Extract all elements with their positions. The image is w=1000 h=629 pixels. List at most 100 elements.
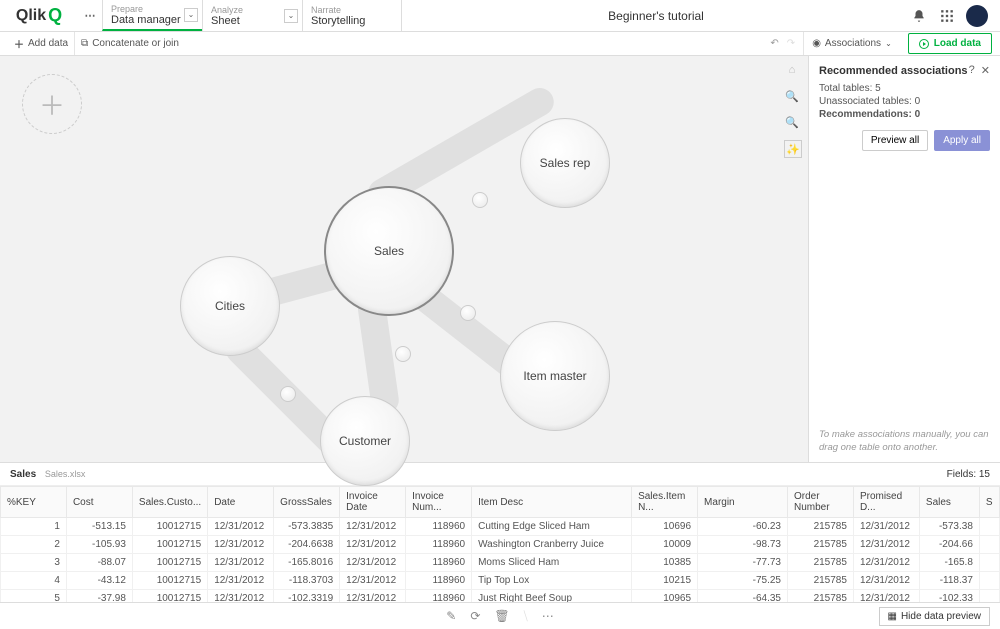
cell — [979, 536, 999, 554]
load-data-button[interactable]: Load data — [908, 33, 992, 54]
link-dot[interactable] — [472, 192, 488, 208]
column-header[interactable]: GrossSales — [274, 487, 340, 518]
apply-all-button[interactable]: Apply all — [934, 130, 990, 151]
cell: 12/31/2012 — [208, 590, 274, 603]
link-dot[interactable] — [280, 386, 296, 402]
cell: -102.33 — [919, 590, 979, 603]
column-header[interactable]: Promised D... — [853, 487, 919, 518]
user-avatar[interactable] — [966, 5, 988, 27]
panel-hint: To make associations manually, you can d… — [819, 429, 990, 454]
column-header[interactable]: Sales — [919, 487, 979, 518]
column-header[interactable]: Margin — [698, 487, 788, 518]
concatenate-button[interactable]: ⧉ Concatenate or join — [74, 32, 185, 55]
cell: 12/31/2012 — [208, 572, 274, 590]
clear-icon[interactable]: ⧹ — [524, 609, 528, 624]
add-table-circle[interactable]: ＋ — [22, 74, 82, 134]
add-data-button[interactable]: ＋ Add data — [8, 32, 74, 55]
bubble-label: Cities — [215, 299, 245, 313]
cell: Tip Top Lox — [472, 572, 632, 590]
more-menu[interactable]: ⋯ — [78, 0, 102, 31]
cell: 10009 — [632, 536, 698, 554]
table-row[interactable]: 1-513.151001271512/31/2012-573.383512/31… — [1, 518, 1000, 536]
add-data-label: Add data — [28, 38, 68, 49]
column-header[interactable]: Item Desc — [472, 487, 632, 518]
bell-icon[interactable] — [910, 7, 928, 25]
cell: 10215 — [632, 572, 698, 590]
cell: 215785 — [787, 554, 853, 572]
data-preview-grid[interactable]: %KEYCostSales.Custo...DateGrossSalesInvo… — [0, 486, 1000, 602]
column-header[interactable]: Sales.Custo... — [132, 487, 207, 518]
table-icon: ▦ — [888, 611, 897, 622]
column-header[interactable]: Invoice Date — [340, 487, 406, 518]
table-row[interactable]: 2-105.931001271512/31/2012-204.663812/31… — [1, 536, 1000, 554]
help-icon[interactable]: ? — [969, 64, 975, 77]
cell: 12/31/2012 — [853, 536, 919, 554]
close-icon[interactable]: ✕ — [981, 64, 990, 77]
column-header[interactable]: Sales.Item N... — [632, 487, 698, 518]
column-header[interactable]: Order Number — [787, 487, 853, 518]
more-icon[interactable]: ⋯ — [542, 609, 554, 624]
hide-data-preview-button[interactable]: ▦ Hide data preview — [879, 607, 991, 626]
bubble-cities[interactable]: Cities — [180, 256, 280, 356]
nav-large-label: Sheet — [211, 15, 294, 27]
unassoc-tables-text: Unassociated tables: 0 — [819, 96, 990, 107]
bubble-item-master[interactable]: Item master — [500, 321, 610, 431]
nav-prepare[interactable]: Prepare Data manager ⌄ — [102, 0, 202, 31]
column-header[interactable]: Invoice Num... — [406, 487, 472, 518]
cell: 12/31/2012 — [208, 518, 274, 536]
cell — [979, 554, 999, 572]
chevron-down-icon[interactable]: ⌄ — [184, 8, 198, 22]
delete-icon[interactable]: 🗑 — [494, 609, 509, 624]
cell — [979, 518, 999, 536]
column-header[interactable]: %KEY — [1, 487, 67, 518]
total-tables-text: Total tables: 5 — [819, 83, 990, 94]
bubble-label: Sales — [374, 244, 404, 258]
edit-icon[interactable]: ✎ — [446, 609, 456, 624]
nav-analyze[interactable]: Analyze Sheet ⌄ — [202, 0, 302, 31]
redo-icon[interactable]: ↷ — [787, 38, 795, 49]
magic-wand-icon[interactable]: ✨ — [784, 140, 802, 158]
cell: 118960 — [406, 554, 472, 572]
cell: 215785 — [787, 590, 853, 603]
cell: 10012715 — [132, 518, 207, 536]
cell: -64.35 — [698, 590, 788, 603]
zoom-in-icon[interactable]: 🔍 — [784, 88, 800, 104]
bubble-customer[interactable]: Customer — [320, 396, 410, 486]
grid-icon[interactable] — [938, 7, 956, 25]
column-header[interactable]: S — [979, 487, 999, 518]
column-header[interactable]: Cost — [66, 487, 132, 518]
zoom-out-icon[interactable]: 🔍 — [784, 114, 800, 130]
eye-icon: ◉ — [812, 38, 821, 49]
link-dot[interactable] — [395, 346, 411, 362]
chevron-down-icon[interactable]: ⌄ — [284, 9, 298, 23]
undo-icon[interactable]: ↶ — [770, 38, 778, 49]
nav-narrate[interactable]: Narrate Storytelling — [302, 0, 402, 31]
cell — [979, 590, 999, 603]
cell — [979, 572, 999, 590]
table-row[interactable]: 4-43.121001271512/31/2012-118.370312/31/… — [1, 572, 1000, 590]
cell: 12/31/2012 — [340, 536, 406, 554]
cell: 118960 — [406, 536, 472, 554]
bubble-sales[interactable]: Sales — [324, 186, 454, 316]
recommendations-panel: Recommended associations ? ✕ Total table… — [808, 56, 1000, 462]
concat-label: Concatenate or join — [92, 38, 179, 49]
link-dot[interactable] — [460, 305, 476, 321]
preview-all-button[interactable]: Preview all — [862, 130, 928, 151]
associations-button[interactable]: ◉ Associations ⌄ — [803, 32, 900, 55]
table-row[interactable]: 3-88.071001271512/31/2012-165.801612/31/… — [1, 554, 1000, 572]
table-row[interactable]: 5-37.981001271512/31/2012-102.331912/31/… — [1, 590, 1000, 603]
cell: -77.73 — [698, 554, 788, 572]
bubble-sales-rep[interactable]: Sales rep — [520, 118, 610, 208]
cell: 118960 — [406, 518, 472, 536]
cell: -37.98 — [66, 590, 132, 603]
home-icon[interactable]: ⌂ — [784, 62, 800, 78]
cell: 12/31/2012 — [340, 554, 406, 572]
cell: -204.66 — [919, 536, 979, 554]
association-canvas[interactable]: ＋ Sales Sales rep Cities Item master Cus… — [0, 56, 808, 462]
table-file: Sales.xlsx — [45, 469, 86, 479]
app-logo: Qlik Q — [0, 0, 78, 31]
refresh-icon[interactable]: ⟳ — [470, 609, 480, 624]
column-header[interactable]: Date — [208, 487, 274, 518]
cell: 2 — [1, 536, 67, 554]
cell: Moms Sliced Ham — [472, 554, 632, 572]
